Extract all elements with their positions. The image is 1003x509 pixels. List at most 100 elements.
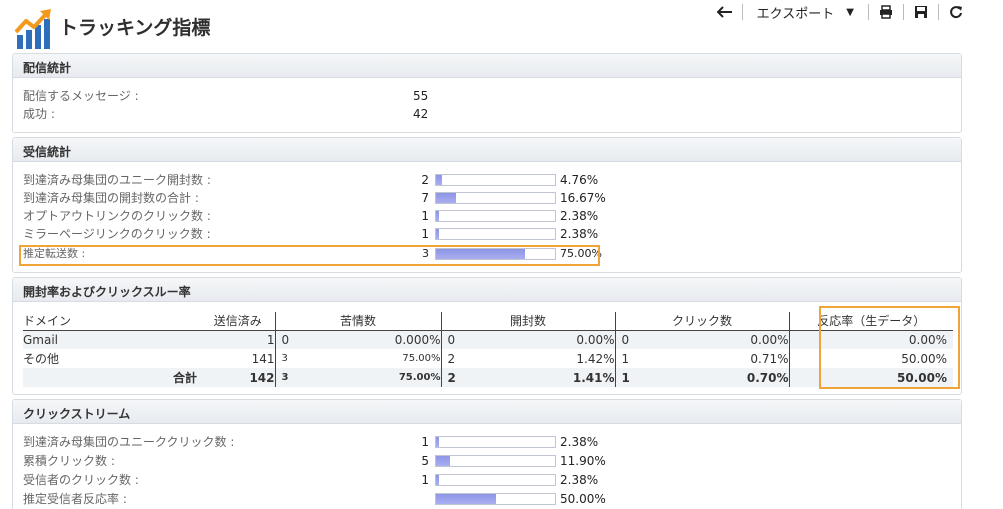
progress-bar (435, 210, 556, 222)
highlight-box (819, 306, 960, 389)
open-click-header[interactable]: 開封率およびクリックスルー率 (13, 278, 961, 302)
progress-bar (435, 474, 556, 486)
open-click-panel: 開封率およびクリックスルー率 ドメイン 送信済み 苦情数 開封数 クリック数 反… (12, 277, 962, 395)
page-title: トラッキング指標 (59, 17, 211, 39)
stat-percent: 11.90% (560, 454, 606, 468)
complaints-cell: 3 (274, 368, 305, 387)
opens-pct-cell: 1.41% (475, 368, 615, 387)
stat-label: 到達済み母集団の開封数の合計 : (23, 191, 199, 205)
opens-cell: 2 (440, 349, 475, 368)
stat-count: 7 (421, 191, 429, 205)
opens-cell: 2 (440, 368, 475, 387)
table-row: Gmail 1 0 0.000% 0 0.00% 0 0.00% 0.00% (23, 330, 953, 349)
progress-bar-fill (436, 175, 442, 185)
domain-cell: Gmail (23, 330, 201, 349)
opens-pct-cell: 0.00% (475, 330, 615, 349)
toolbar-divider (903, 4, 904, 20)
toolbar: エクスポート ▼ (714, 3, 967, 22)
toolbar-divider (741, 4, 743, 20)
export-button[interactable]: エクスポート (749, 3, 837, 22)
opens-pct-cell: 1.42% (576, 351, 615, 366)
stat-row: 推定受信者反応率 : 50.00% (23, 490, 953, 508)
progress-bar-fill (436, 475, 439, 485)
save-icon[interactable] (910, 3, 932, 21)
stat-row: 到達済み母集団のユニーククリック数 : 1 2.38% (23, 433, 953, 451)
stat-label: ミラーページリンクのクリック数 : (23, 227, 211, 241)
stat-percent: 50.00% (560, 492, 606, 506)
clicks-pct-cell: 0.71% (750, 351, 789, 366)
stat-count: 2 (421, 173, 429, 187)
column-header-clicks[interactable]: クリック数 (614, 312, 789, 331)
table-total-row: 合計 142 3 75.00% 2 1.41% 1 0.70% 50.00% (23, 368, 953, 387)
complaints-pct-cell: 0.000% (305, 330, 441, 349)
stat-row: 累積クリック数 : 5 11.90% (23, 452, 953, 470)
stat-count: 1 (421, 227, 429, 241)
column-header-sent[interactable]: 送信済み (201, 312, 275, 331)
sent-cell: 141 (251, 351, 275, 366)
domain-cell: その他 (23, 352, 60, 366)
stat-percent: 2.38% (560, 473, 599, 487)
progress-bar-fill (436, 211, 439, 221)
progress-bar (435, 174, 556, 186)
page-header: トラッキング指標 エクスポート ▼ (0, 0, 1003, 52)
stat-row: 配信するメッセージ : 55 (23, 87, 953, 105)
opens-cell: 0 (440, 330, 475, 349)
stat-percent: 2.38% (560, 435, 599, 449)
column-header-complaints[interactable]: 苦情数 (274, 312, 441, 331)
toolbar-divider (938, 4, 939, 20)
progress-bar-fill (436, 193, 456, 203)
back-arrow-icon[interactable] (714, 3, 736, 21)
stat-label: 推定受信者反応率 : (23, 492, 127, 506)
stat-label: 配信するメッセージ : (23, 89, 139, 103)
stat-percent: 2.38% (560, 209, 599, 223)
table-header-row: ドメイン 送信済み 苦情数 開封数 クリック数 反応率（生データ） (23, 312, 953, 331)
stat-row: 到達済み母集団のユニーク開封数 : 2 4.76% (23, 171, 953, 189)
stat-label: 到達済み母集団のユニーク開封数 : (23, 173, 211, 187)
clickstream-header[interactable]: クリックストリーム (13, 400, 961, 424)
delivery-stats-header[interactable]: 配信統計 (13, 54, 961, 78)
stat-row: オプトアウトリンクのクリック数 : 1 2.38% (23, 207, 953, 225)
clicks-cell: 1 (614, 368, 649, 387)
stat-label: 累積クリック数 : (23, 454, 115, 468)
stat-count: 1 (421, 473, 429, 487)
progress-bar-fill (436, 229, 439, 239)
stat-label: 成功 : (23, 107, 55, 121)
chevron-down-icon[interactable]: ▼ (846, 7, 854, 18)
stat-row: ミラーページリンクのクリック数 : 1 2.38% (23, 225, 953, 243)
column-header-domain[interactable]: ドメイン (23, 312, 201, 331)
progress-bar-fill (436, 494, 496, 504)
total-label-cell: 合計 (23, 368, 201, 387)
stat-value: 55 (413, 89, 429, 103)
stat-row: 成功 : 42 (23, 105, 953, 123)
clicks-cell: 0 (614, 330, 649, 349)
delivery-stats-panel: 配信統計 配信するメッセージ : 55 成功 : 42 (12, 53, 962, 133)
complaints-cell: 0 (274, 330, 305, 349)
stat-count: 5 (421, 454, 429, 468)
stat-percent: 16.67% (560, 191, 606, 205)
clickstream-panel: クリックストリーム 到達済み母集団のユニーククリック数 : 1 2.38% 累積… (12, 399, 962, 509)
stat-label: オプトアウトリンクのクリック数 : (23, 209, 211, 223)
clicks-pct-cell: 0.70% (649, 368, 789, 387)
stat-count: 1 (421, 209, 429, 223)
chart-logo-icon (14, 9, 51, 49)
table-row: その他 141 3 75.00% 2 1.42% 1 0.71% 50.00% (23, 349, 953, 368)
stat-label: 受信者のクリック数 : (23, 473, 139, 487)
print-icon[interactable] (875, 3, 897, 21)
refresh-icon[interactable] (945, 3, 967, 21)
sent-cell: 1 (201, 330, 275, 349)
stat-percent: 2.38% (560, 227, 599, 241)
progress-bar (435, 228, 556, 240)
toolbar-divider (868, 4, 869, 20)
highlight-box (19, 245, 600, 266)
reception-stats-panel: 受信統計 到達済み母集団のユニーク開封数 : 2 4.76% 到達済み母集団の開… (12, 137, 962, 273)
sent-cell: 142 (201, 368, 275, 387)
stat-count: 1 (421, 435, 429, 449)
progress-bar (435, 455, 556, 467)
progress-bar-fill (436, 456, 451, 466)
complaints-pct-cell: 75.00% (305, 368, 441, 387)
reception-stats-header[interactable]: 受信統計 (13, 138, 961, 162)
domain-table: ドメイン 送信済み 苦情数 開封数 クリック数 反応率（生データ） Gmail … (23, 312, 953, 387)
stat-percent: 4.76% (560, 173, 599, 187)
progress-bar (435, 493, 556, 505)
column-header-opens[interactable]: 開封数 (440, 312, 615, 331)
